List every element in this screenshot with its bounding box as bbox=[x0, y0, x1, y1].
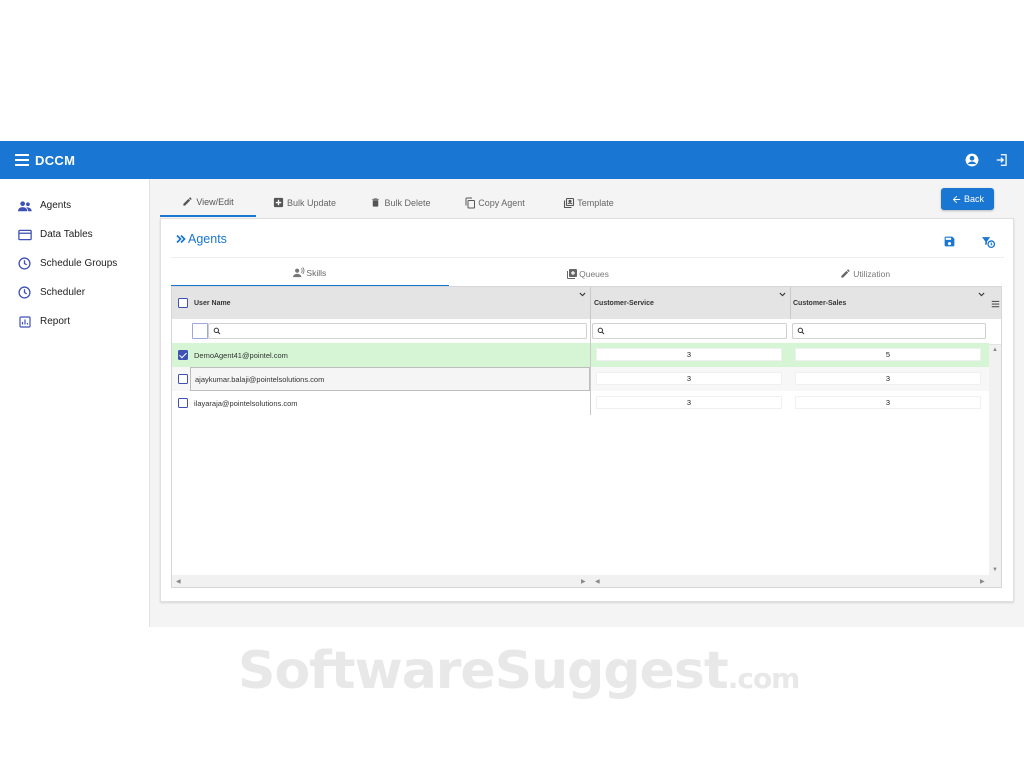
tab-copy-agent[interactable]: Copy Agent bbox=[448, 188, 541, 217]
customer-service-cell[interactable]: 3 bbox=[596, 396, 782, 409]
sidebar-item-label: Data Tables bbox=[40, 229, 93, 240]
customer-sales-cell[interactable]: 5 bbox=[795, 348, 981, 361]
user-name-filter-input[interactable] bbox=[208, 323, 587, 339]
plus-box-icon bbox=[273, 197, 285, 209]
column-header-user-name[interactable]: User Name bbox=[172, 287, 590, 319]
app-bar: DCCM bbox=[0, 141, 1024, 179]
search-icon bbox=[797, 327, 805, 335]
sidebar-item-label: Schedule Groups bbox=[40, 258, 118, 269]
filter-checkbox[interactable] bbox=[192, 323, 208, 339]
search-icon bbox=[597, 327, 605, 335]
skills-icon bbox=[293, 266, 305, 279]
pencil-icon bbox=[840, 268, 852, 280]
menu-icon[interactable] bbox=[15, 154, 29, 166]
customer-sales-filter-input[interactable] bbox=[792, 323, 986, 339]
tab-skills[interactable]: Skills bbox=[171, 260, 449, 287]
tab-queues[interactable]: Queues bbox=[449, 260, 727, 287]
sidebar: Agents Data Tables Schedule Groups Sched… bbox=[0, 179, 150, 627]
sidebar-item-label: Report bbox=[40, 316, 71, 327]
row-checkbox[interactable] bbox=[178, 350, 188, 360]
filter-clear-icon[interactable] bbox=[981, 235, 995, 249]
chevron-down-icon[interactable] bbox=[977, 290, 986, 299]
tab-utilization[interactable]: Utilization bbox=[726, 260, 1004, 287]
table-row[interactable]: ajaykumar.balaji@pointelsolutions.com 3 … bbox=[172, 367, 989, 391]
clock-icon bbox=[17, 285, 32, 300]
sidebar-item-label: Scheduler bbox=[40, 287, 86, 298]
sub-tabs: Skills Queues Utilization bbox=[171, 260, 1004, 287]
chevron-down-icon[interactable] bbox=[778, 290, 787, 299]
back-button[interactable]: Back bbox=[941, 188, 994, 210]
select-all-checkbox[interactable] bbox=[178, 298, 188, 308]
clock-icon bbox=[17, 256, 32, 271]
watermark: SoftwareSuggest.com bbox=[238, 641, 800, 701]
bar-chart-icon bbox=[17, 314, 32, 329]
sidebar-item-report[interactable]: Report bbox=[0, 307, 149, 336]
pencil-icon bbox=[182, 196, 194, 208]
tab-view-edit[interactable]: View/Edit bbox=[160, 188, 256, 217]
sidebar-item-label: Agents bbox=[40, 200, 72, 211]
arrow-left-icon bbox=[952, 195, 961, 203]
tab-bulk-delete[interactable]: Bulk Delete bbox=[353, 188, 448, 217]
sidebar-item-agents[interactable]: Agents bbox=[0, 191, 149, 220]
agents-card: Agents Skills Queues Utilization User Na… bbox=[160, 218, 1014, 602]
row-checkbox[interactable] bbox=[178, 398, 188, 408]
double-chevron-right-icon bbox=[176, 234, 186, 244]
customer-service-cell[interactable]: 3 bbox=[596, 348, 782, 361]
filter-row bbox=[172, 319, 1001, 345]
row-checkbox[interactable] bbox=[178, 374, 188, 384]
vertical-scrollbar[interactable]: ▲ ▼ bbox=[989, 345, 1001, 575]
customer-service-cell[interactable]: 3 bbox=[596, 372, 782, 385]
column-header-customer-service[interactable]: Customer-Service bbox=[594, 287, 790, 319]
agents-grid: User Name Customer-Service Customer-Sale… bbox=[171, 286, 1002, 588]
save-icon[interactable] bbox=[943, 235, 957, 249]
customer-service-filter-input[interactable] bbox=[592, 323, 787, 339]
app-title: DCCM bbox=[35, 152, 76, 168]
queue-icon bbox=[566, 268, 578, 280]
people-icon bbox=[17, 198, 32, 213]
chevron-down-icon[interactable] bbox=[578, 290, 587, 299]
logout-icon[interactable] bbox=[994, 152, 1010, 168]
horizontal-scrollbar[interactable]: ◀ ▶ ◀ ▶ bbox=[172, 575, 1001, 587]
customer-sales-cell[interactable]: 3 bbox=[795, 396, 981, 409]
table-row[interactable]: DemoAgent41@pointel.com 3 5 bbox=[172, 343, 989, 367]
page-title: Agents bbox=[175, 232, 227, 246]
action-tabs: View/Edit Bulk Update Bulk Delete Copy A… bbox=[160, 188, 636, 217]
search-icon bbox=[213, 327, 221, 335]
tab-bulk-update[interactable]: Bulk Update bbox=[256, 188, 353, 217]
account-icon[interactable] bbox=[964, 152, 980, 168]
sidebar-item-data-tables[interactable]: Data Tables bbox=[0, 220, 149, 249]
table-row[interactable]: ilayaraja@pointelsolutions.com 3 3 bbox=[172, 391, 989, 415]
sidebar-item-scheduler[interactable]: Scheduler bbox=[0, 278, 149, 307]
column-menu-icon[interactable] bbox=[991, 300, 1000, 308]
template-icon bbox=[563, 197, 575, 209]
copy-icon bbox=[464, 197, 476, 209]
customer-sales-cell[interactable]: 3 bbox=[795, 372, 981, 385]
column-header-customer-sales[interactable]: Customer-Sales bbox=[793, 287, 989, 319]
table-icon bbox=[17, 227, 32, 242]
sidebar-item-schedule-groups[interactable]: Schedule Groups bbox=[0, 249, 149, 278]
grid-header: User Name Customer-Service Customer-Sale… bbox=[172, 287, 1001, 319]
tab-template[interactable]: Template bbox=[541, 188, 636, 217]
trash-icon bbox=[370, 197, 382, 209]
